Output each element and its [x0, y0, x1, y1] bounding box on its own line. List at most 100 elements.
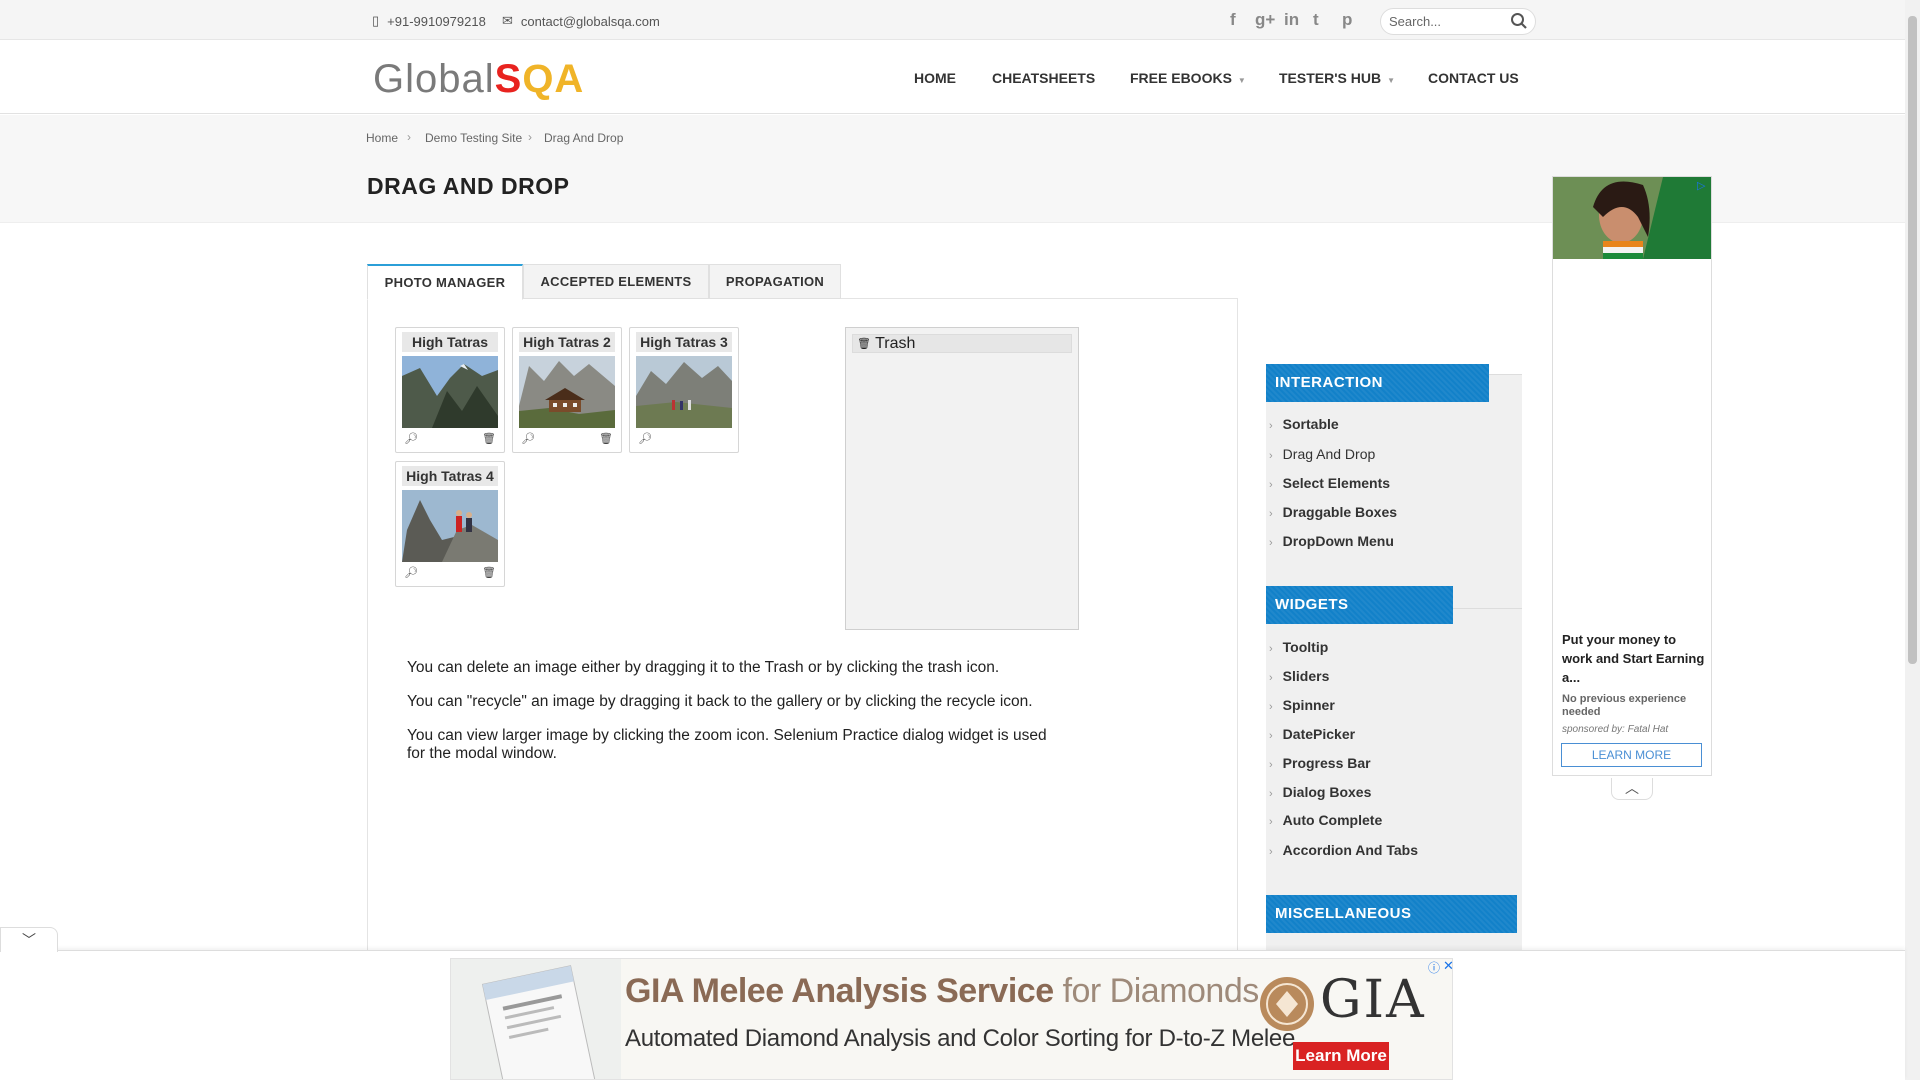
sidebar-item-label: Spinner — [1282, 697, 1335, 713]
breadcrumb-separator: › — [528, 130, 532, 144]
sidebar-item-auto-complete[interactable]: › Auto Complete — [1269, 812, 1382, 828]
logo-qa-text: QA — [522, 57, 585, 101]
gallery-item[interactable]: High Tatras 2 🔎︎ 🗑︎ — [512, 327, 622, 453]
sidebar-item-tooltip[interactable]: › Tooltip — [1269, 639, 1328, 655]
sidebar-item-label: Tooltip — [1282, 639, 1329, 655]
tab-propagation[interactable]: PROPAGATION — [709, 264, 841, 299]
trash-icon[interactable]: 🗑︎ — [482, 566, 496, 579]
phone-icon: ▯ — [372, 13, 380, 28]
instruction-delete: You can delete an image either by draggi… — [407, 659, 1000, 676]
scrollbar-thumb[interactable] — [1908, 16, 1917, 664]
ad-info-icon[interactable]: ⓘ — [1428, 959, 1440, 976]
zoom-icon[interactable]: 🔎︎ — [521, 432, 535, 445]
sidebar-heading-miscellaneous: MISCELLANEOUS — [1266, 895, 1517, 933]
search-icon[interactable] — [1510, 12, 1528, 30]
sidebar-heading-widgets: WIDGETS — [1266, 586, 1453, 624]
nav-contact-us[interactable]: CONTACT US — [1428, 70, 1519, 86]
sidebar-item-drag-and-drop[interactable]: › Drag And Drop — [1269, 446, 1375, 462]
page-title: DRAG AND DROP — [367, 173, 570, 199]
trash-title: Trash — [875, 335, 916, 352]
gia-seal-icon — [1260, 977, 1314, 1031]
pinterest-icon[interactable]: p — [1342, 10, 1352, 30]
chevron-right-icon: › — [1269, 701, 1273, 713]
gallery-item-title: High Tatras 3 — [636, 332, 732, 352]
sidebar-item-label: Accordion And Tabs — [1282, 842, 1419, 858]
gia-logo: GIA — [1320, 970, 1426, 1030]
nav-home[interactable]: HOME — [914, 70, 956, 86]
chevron-up-icon[interactable]: ︿ — [1611, 778, 1653, 800]
zoom-icon[interactable]: 🔎︎ — [638, 432, 652, 445]
gallery-item-title: High Tatras 2 — [519, 332, 615, 352]
sidebar-item-sortable[interactable]: › Sortable — [1269, 416, 1339, 432]
ad-image[interactable] — [1553, 177, 1711, 259]
logo-global-text: Global — [373, 57, 495, 101]
sidebar-item-label: Auto Complete — [1282, 812, 1383, 828]
zoom-icon[interactable]: 🔎︎ — [404, 432, 418, 445]
nav-free-ebooks[interactable]: FREE EBOOKS ▼ — [1130, 70, 1246, 86]
learn-more-ad-button[interactable]: Learn More — [1293, 1042, 1389, 1070]
breadcrumb-home[interactable]: Home — [366, 131, 398, 145]
mail-icon: ✉ — [502, 13, 513, 28]
logo-s-text: S — [494, 57, 523, 101]
close-icon[interactable]: ✕ — [1443, 958, 1454, 974]
ad-bottom-headline[interactable]: GIA Melee Analysis Service for Diamonds — [625, 972, 1259, 1011]
chevron-right-icon: › — [1269, 672, 1273, 684]
tab-accepted-elements[interactable]: ACCEPTED ELEMENTS — [523, 264, 709, 299]
email-contact[interactable]: ✉ contact@globalsqa.com — [502, 13, 660, 29]
sidebar-item-select-elements[interactable]: › Select Elements — [1269, 475, 1390, 491]
chevron-down-icon[interactable]: ﹀ — [0, 927, 58, 952]
email-address[interactable]: contact@globalsqa.com — [521, 14, 660, 29]
trash-icon[interactable]: 🗑︎ — [599, 432, 613, 445]
chevron-down-icon: ▼ — [1237, 76, 1246, 85]
sidebar-item-label: DatePicker — [1282, 726, 1356, 742]
sidebar-item-accordion-and-tabs[interactable]: › Accordion And Tabs — [1269, 842, 1418, 858]
sidebar-item-label: Drag And Drop — [1282, 446, 1376, 462]
chevron-right-icon: › — [1269, 730, 1273, 742]
ad-right-subtitle: No previous experience needed — [1562, 693, 1687, 718]
sidebar-item-sliders[interactable]: › Sliders — [1269, 668, 1329, 684]
learn-more-button[interactable]: LEARN MORE — [1561, 743, 1702, 767]
gallery-item[interactable]: High Tatras 4 🔎︎ 🗑︎ — [395, 461, 505, 587]
nav-cheatsheets[interactable]: CHEATSHEETS — [992, 70, 1095, 86]
chevron-down-icon: ▼ — [1387, 76, 1396, 85]
ad-product-image — [451, 959, 621, 1079]
ad-choices-icon[interactable]: ▷ — [1697, 179, 1705, 192]
chevron-right-icon: › — [1269, 537, 1273, 549]
sidebar-item-dropdown-menu[interactable]: › DropDown Menu — [1269, 533, 1394, 549]
ad-right-title[interactable]: Put your money to work and Start Earning… — [1562, 630, 1708, 687]
google-plus-icon[interactable]: g+ — [1255, 10, 1275, 30]
divider — [1453, 608, 1522, 609]
gallery-image — [402, 490, 498, 562]
chevron-right-icon: › — [1269, 846, 1273, 858]
linkedin-icon[interactable]: in — [1284, 10, 1299, 30]
trash-icon[interactable]: 🗑︎ — [482, 432, 496, 445]
ad-bottom-subline[interactable]: Automated Diamond Analysis and Color Sor… — [625, 1025, 1295, 1053]
top-bar — [0, 0, 1920, 40]
tab-photo-manager[interactable]: PHOTO MANAGER — [367, 264, 523, 300]
gallery-item[interactable]: High Tatras 3 🔎︎ — [629, 327, 739, 453]
sidebar-item-dialog-boxes[interactable]: › Dialog Boxes — [1269, 784, 1371, 800]
phone-number: +91-9910979218 — [387, 13, 486, 29]
divider — [1489, 374, 1522, 375]
twitter-icon[interactable]: t — [1313, 10, 1319, 30]
zoom-icon[interactable]: 🔎︎ — [404, 566, 418, 579]
site-logo[interactable]: GlobalSQA — [373, 57, 584, 102]
chevron-right-icon: › — [1269, 479, 1273, 491]
ad-headline-light: for Diamonds — [1062, 972, 1260, 1010]
sidebar-item-label: Progress Bar — [1282, 755, 1371, 771]
chevron-right-icon: › — [1269, 643, 1273, 655]
breadcrumb-separator: › — [407, 130, 411, 144]
breadcrumb-demo-testing-site[interactable]: Demo Testing Site — [425, 131, 522, 145]
sidebar-item-progress-bar[interactable]: › Progress Bar — [1269, 755, 1371, 771]
sidebar-item-label: Draggable Boxes — [1282, 504, 1398, 520]
sidebar-item-label: DropDown Menu — [1282, 533, 1394, 549]
sidebar-item-label: Sortable — [1282, 416, 1339, 432]
nav-testers-hub[interactable]: TESTER'S HUB ▼ — [1279, 70, 1395, 86]
facebook-icon[interactable]: f — [1230, 10, 1236, 30]
sidebar-heading-interaction: INTERACTION — [1266, 364, 1489, 402]
sidebar-item-spinner[interactable]: › Spinner — [1269, 697, 1335, 713]
gallery-item[interactable]: High Tatras 🔎︎ 🗑︎ — [395, 327, 505, 453]
sidebar-item-draggable-boxes[interactable]: › Draggable Boxes — [1269, 504, 1397, 520]
trash-drop-zone[interactable] — [845, 327, 1079, 630]
sidebar-item-datepicker[interactable]: › DatePicker — [1269, 726, 1355, 742]
